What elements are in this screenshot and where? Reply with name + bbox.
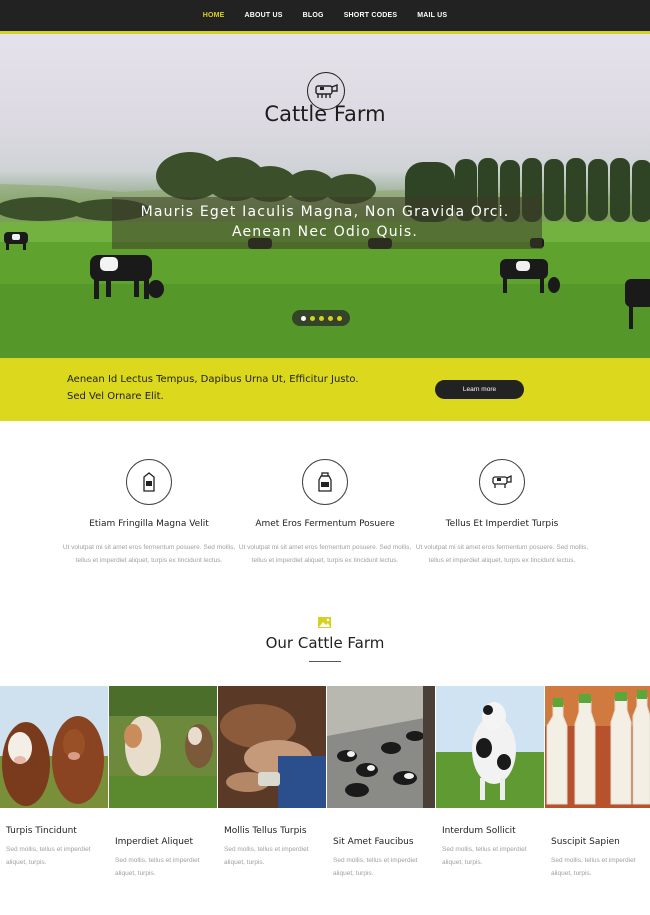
gallery-card-title: Imperdiet Aliquet: [115, 837, 193, 847]
hero-title: Cattle Farm: [264, 102, 386, 126]
slider-pagination: [292, 310, 350, 326]
gallery-card[interactable]: Suscipit Sapien Sed mollis, tellus et im…: [545, 686, 650, 915]
feature-description: Ut volutpat mi sit amet eros fermentum p…: [238, 544, 412, 564]
slider-dot[interactable]: [336, 315, 342, 321]
gallery-card-title: Mollis Tellus Turpis: [224, 826, 307, 836]
section-title: Our Cattle Farm: [265, 634, 385, 652]
section-divider: [309, 661, 341, 662]
gallery-photo[interactable]: [327, 686, 435, 808]
gallery-card-title: Turpis Tincidunt: [6, 826, 77, 836]
hero-slider: Cattle Farm Mauris Eget Iaculis Magna, N…: [0, 34, 650, 358]
gallery-card-text: Sed mollis, tellus et imperdiet aliquet,…: [333, 857, 418, 877]
feature-column: Amet Eros Fermentum Posuere Ut volutpat …: [225, 459, 425, 567]
gallery-card-title: Interdum Sollicit: [442, 826, 516, 836]
gallery-photo[interactable]: [218, 686, 326, 808]
feature-title: Tellus Et Imperdiet Turpis: [445, 519, 559, 529]
nav-item-about-us[interactable]: ABOUT US: [235, 12, 293, 19]
banner-text-line-1: Aenean Id Lectus Tempus, Dapibus Urna Ut…: [67, 374, 359, 385]
nav-item-mail-us[interactable]: MAIL US: [407, 12, 457, 19]
gallery-card-text: Sed mollis, tellus et imperdiet aliquet,…: [224, 846, 309, 866]
nav-item-home[interactable]: HOME: [193, 12, 235, 19]
feature-description: Ut volutpat mi sit amet eros fermentum p…: [62, 544, 236, 564]
gallery-card[interactable]: Mollis Tellus Turpis Sed mollis, tellus …: [218, 686, 326, 915]
gallery-card[interactable]: Imperdiet Aliquet Sed mollis, tellus et …: [109, 686, 217, 915]
milk-can-icon: [302, 459, 348, 505]
top-navigation: HOME ABOUT US BLOG SHORT CODES MAIL US: [0, 0, 650, 34]
gallery-card[interactable]: Turpis Tincidunt Sed mollis, tellus et i…: [0, 686, 108, 915]
hero-caption-line-1: Mauris Eget Iaculis Magna, Non Gravida O…: [140, 204, 510, 220]
cow-icon: [479, 459, 525, 505]
nav-item-blog[interactable]: BLOG: [293, 12, 334, 19]
slider-dot[interactable]: [300, 315, 306, 321]
feature-title: Etiam Fringilla Magna Velit: [89, 519, 209, 529]
call-to-action-banner: Aenean Id Lectus Tempus, Dapibus Urna Ut…: [0, 358, 650, 421]
slider-dot[interactable]: [327, 315, 333, 321]
gallery-card-text: Sed mollis, tellus et imperdiet aliquet,…: [442, 846, 527, 866]
gallery-photo[interactable]: [436, 686, 544, 808]
gallery-card[interactable]: Interdum Sollicit Sed mollis, tellus et …: [436, 686, 544, 915]
slider-dot[interactable]: [318, 315, 324, 321]
feature-title: Amet Eros Fermentum Posuere: [255, 519, 395, 529]
gallery-card-text: Sed mollis, tellus et imperdiet aliquet,…: [115, 857, 200, 877]
feature-column: Etiam Fringilla Magna Velit Ut volutpat …: [49, 459, 249, 567]
gallery-card-text: Sed mollis, tellus et imperdiet aliquet,…: [551, 857, 636, 877]
nav-item-short-codes[interactable]: SHORT CODES: [334, 12, 408, 19]
feature-column: Tellus Et Imperdiet Turpis Ut volutpat m…: [402, 459, 602, 567]
learn-more-button[interactable]: Learn more: [435, 380, 524, 399]
slider-dot[interactable]: [309, 315, 315, 321]
milk-carton-icon: [126, 459, 172, 505]
hero-caption-line-2: Aenean Nec Odio Quis.: [231, 224, 419, 240]
gallery-photo[interactable]: [545, 686, 650, 808]
feature-description: Ut volutpat mi sit amet eros fermentum p…: [415, 544, 589, 564]
gallery-photo[interactable]: [109, 686, 217, 808]
gallery-card[interactable]: Sit Amet Faucibus Sed mollis, tellus et …: [327, 686, 435, 915]
gallery: Turpis Tincidunt Sed mollis, tellus et i…: [0, 686, 650, 915]
gallery-card-text: Sed mollis, tellus et imperdiet aliquet,…: [6, 846, 91, 866]
banner-text-line-2: Sed Vel Ornare Elit.: [67, 391, 164, 402]
gallery-card-title: Suscipit Sapien: [551, 837, 620, 847]
gallery-photo[interactable]: [0, 686, 108, 808]
gallery-card-title: Sit Amet Faucibus: [333, 837, 414, 847]
image-icon: [318, 617, 331, 628]
